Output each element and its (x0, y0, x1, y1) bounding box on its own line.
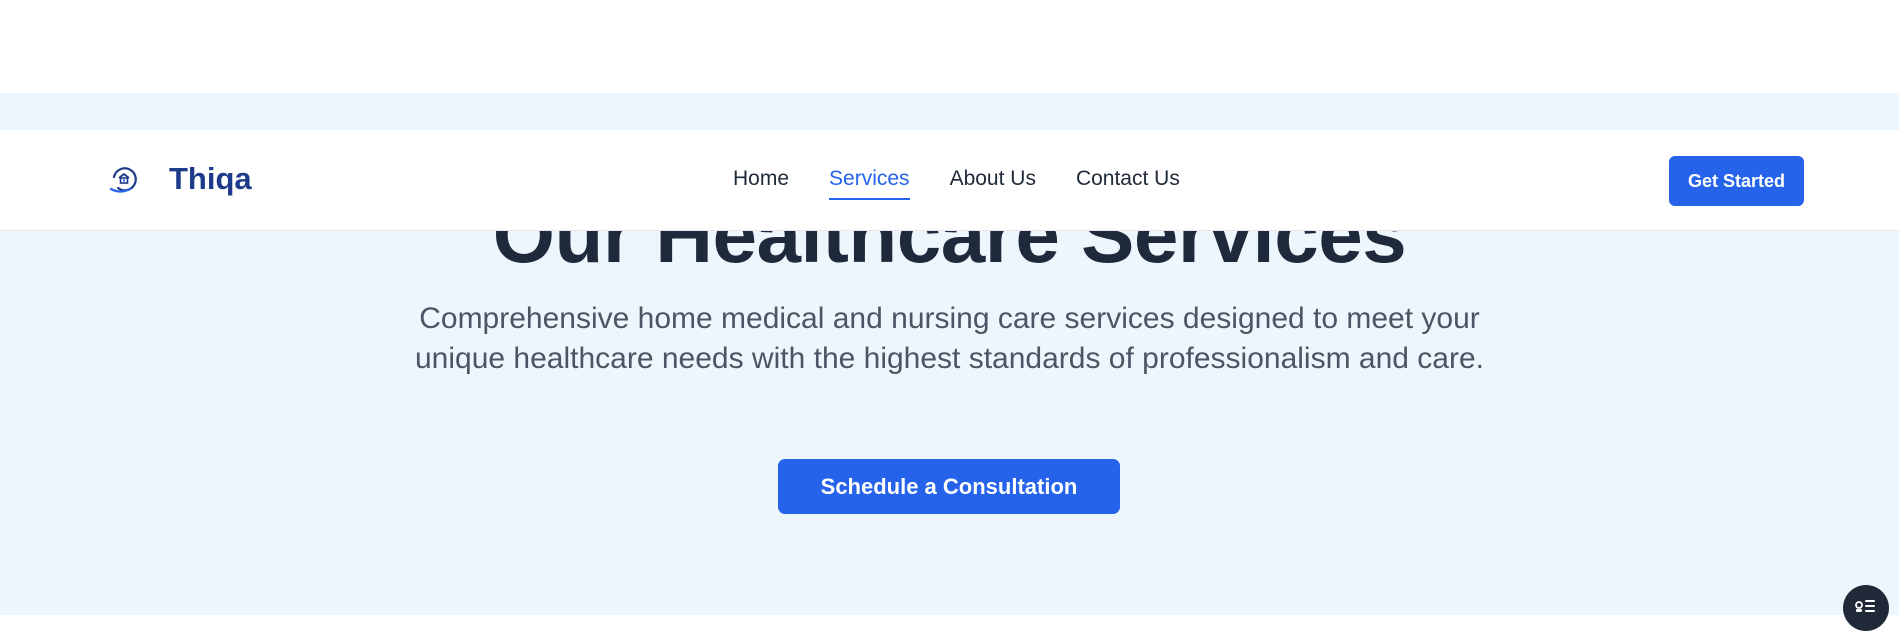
get-started-button[interactable]: Get Started (1669, 156, 1804, 206)
nav-contact-us[interactable]: Contact Us (1076, 166, 1180, 200)
nav-about-us[interactable]: About Us (950, 166, 1036, 200)
navbar: Thiqa Home Services About Us Contact Us … (0, 130, 1899, 231)
nav-services[interactable]: Services (829, 166, 910, 200)
hero-subtitle: Comprehensive home medical and nursing c… (415, 302, 1484, 375)
schedule-consultation-button[interactable]: Schedule a Consultation (778, 459, 1120, 514)
main-nav: Home Services About Us Contact Us (733, 166, 1180, 200)
nav-home[interactable]: Home (733, 166, 789, 200)
home-heart-logo-icon[interactable] (108, 163, 140, 195)
floating-widget-button[interactable] (1843, 585, 1889, 631)
brand-name[interactable]: Thiqa (169, 160, 252, 198)
top-blank-area (0, 0, 1899, 93)
